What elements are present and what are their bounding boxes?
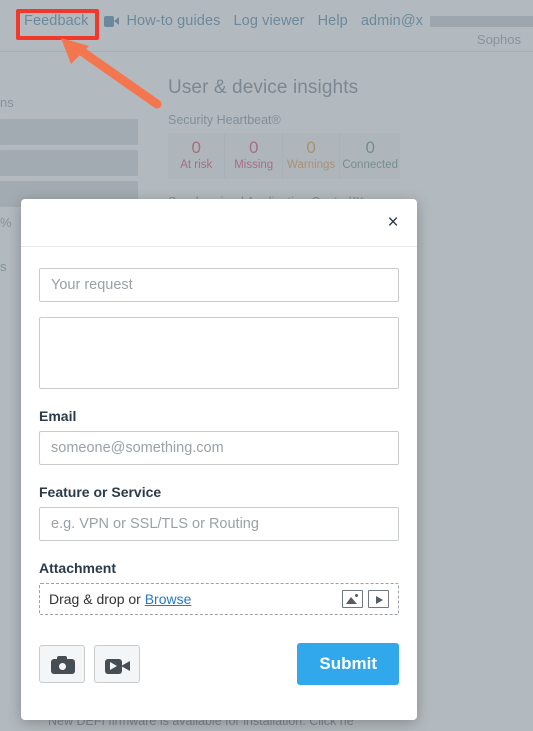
dropzone-text-wrap: Drag & drop or Browse — [49, 591, 337, 607]
email-field[interactable] — [39, 431, 399, 465]
feature-label: Feature or Service — [39, 484, 162, 500]
feedback-modal: × Email Feature or Service Attachment Dr… — [21, 199, 417, 720]
image-icon[interactable] — [342, 590, 363, 608]
screenshot-root: Feedback How-to guides Log viewer Help a… — [0, 0, 533, 731]
email-label: Email — [39, 408, 77, 424]
attachment-dropzone[interactable]: Drag & drop or Browse — [39, 583, 399, 615]
camera-icon-button[interactable] — [39, 645, 85, 683]
dropzone-text: Drag & drop or — [49, 591, 141, 607]
close-icon[interactable]: × — [378, 208, 408, 238]
attachment-label: Attachment — [39, 560, 117, 576]
browse-link[interactable]: Browse — [145, 591, 192, 607]
modal-header: × — [21, 199, 417, 247]
request-input[interactable] — [39, 268, 399, 302]
video-record-button[interactable] — [94, 645, 140, 683]
submit-button[interactable]: Submit — [297, 643, 399, 685]
feature-or-service-field[interactable] — [39, 507, 399, 541]
description-textarea[interactable] — [39, 317, 399, 389]
modal-actions: Submit — [39, 643, 399, 685]
video-icon[interactable] — [368, 590, 389, 608]
modal-body: Email Feature or Service Attachment Drag… — [21, 247, 417, 685]
